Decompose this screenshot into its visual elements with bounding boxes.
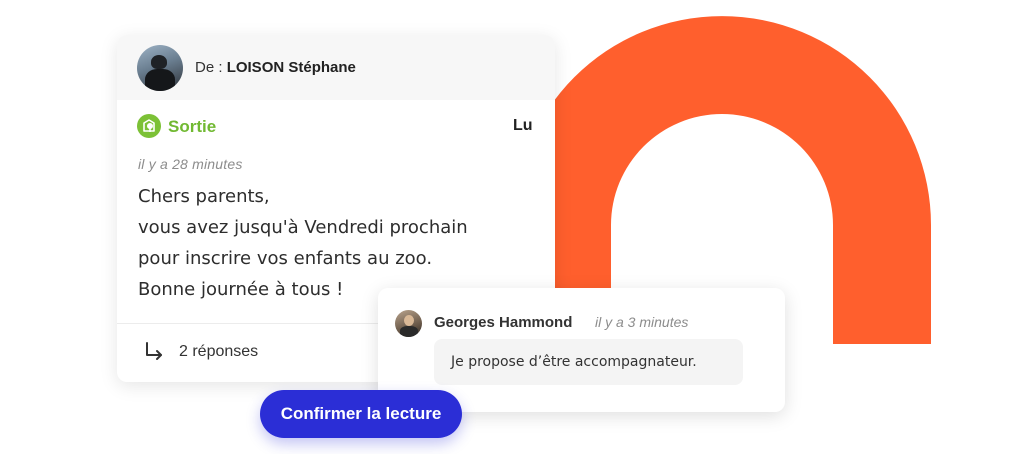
sender-name: LOISON Stéphane <box>226 59 356 76</box>
message-header: De : LOISON Stéphane <box>117 35 555 100</box>
replies-count: 2 réponses <box>179 343 259 360</box>
confirm-read-button[interactable]: Confirmer la lecture <box>260 390 462 438</box>
message-line: vous avez jusqu'à Vendredi prochain <box>138 217 468 238</box>
replies-link[interactable]: 2 réponses <box>143 341 258 363</box>
read-status: Lu <box>513 117 533 134</box>
reply-arrow-icon <box>146 342 162 360</box>
message-line: pour inscrire vos enfants au zoo. <box>138 248 433 269</box>
sender-line: De : LOISON Stéphane <box>195 59 356 76</box>
message-time: il y a 28 minutes <box>138 156 243 172</box>
message-line: Chers parents, <box>138 186 270 207</box>
from-prefix: De : <box>195 59 223 76</box>
category-row: Sortie Lu <box>117 100 555 152</box>
category-label: Sortie <box>168 117 217 136</box>
message-body: Chers parents, vous avez jusqu'à Vendred… <box>138 181 538 305</box>
reply-author-avatar <box>395 310 422 337</box>
reply-bubble: Je propose d’être accompagnateur. <box>434 339 743 385</box>
reply-author-name: Georges Hammond <box>434 314 573 331</box>
reply-time: il y a 3 minutes <box>595 314 689 330</box>
outing-tree-icon <box>137 114 161 138</box>
sender-avatar <box>137 44 183 91</box>
